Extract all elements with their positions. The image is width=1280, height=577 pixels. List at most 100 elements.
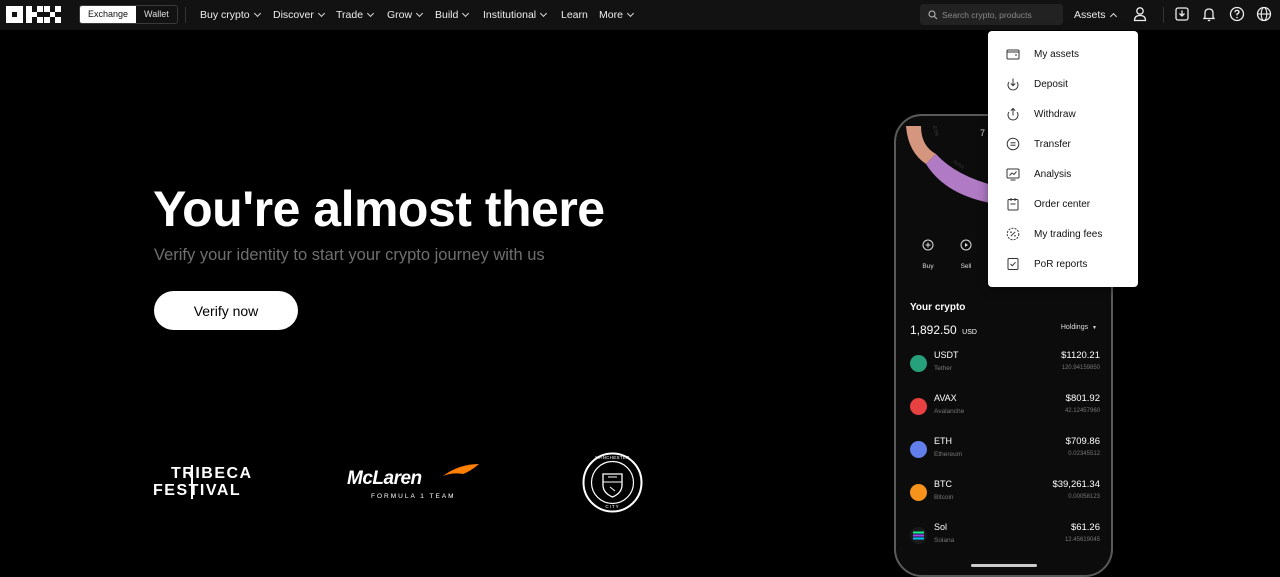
- solana-icon: [910, 527, 927, 544]
- menu-label: Order center: [1034, 198, 1091, 210]
- holdings-dropdown[interactable]: Holdings ▼: [1061, 324, 1097, 331]
- user-icon[interactable]: [1132, 6, 1148, 22]
- your-crypto-title: Your crypto: [910, 302, 966, 313]
- nav-build[interactable]: Build: [435, 0, 470, 30]
- nav-trade[interactable]: Trade: [336, 0, 375, 30]
- okx-logo[interactable]: [6, 6, 61, 24]
- hero-title: You're almost there: [153, 181, 605, 237]
- play-circle-icon: [960, 239, 972, 251]
- coin-name: Tether: [934, 365, 953, 372]
- help-icon[interactable]: [1229, 6, 1245, 22]
- coin-row-btc[interactable]: BTC Bitcoin $39,261.34 0.00058123: [910, 478, 1100, 518]
- coin-name: Avalanche: [934, 408, 965, 415]
- menu-item-withdraw[interactable]: Withdraw: [988, 99, 1138, 129]
- nav-learn[interactable]: Learn: [561, 0, 588, 30]
- phone-buy-action[interactable]: Buy: [918, 238, 938, 270]
- coin-symbol: ETH: [934, 436, 952, 446]
- menu-item-transfer[interactable]: Transfer: [988, 129, 1138, 159]
- coin-row-eth[interactable]: ETH Ethereum $709.86 0.02345512: [910, 435, 1100, 475]
- menu-item-analysis[interactable]: Analysis: [988, 159, 1138, 189]
- chevron-down-icon: [626, 9, 634, 18]
- search-input[interactable]: [942, 9, 1062, 20]
- nav-institutional[interactable]: Institutional: [483, 0, 548, 30]
- nav-label: Grow: [387, 9, 413, 21]
- nav-divider: [1163, 7, 1164, 23]
- mclaren-logo: McLaren FORMULA 1 TEAM: [345, 462, 490, 504]
- menu-label: Analysis: [1034, 168, 1072, 180]
- exchange-toggle[interactable]: Exchange: [80, 6, 137, 23]
- coin-symbol: BTC: [934, 479, 952, 489]
- tribeca-line2: FESTIVAL: [153, 482, 242, 499]
- menu-item-my-trading-fees[interactable]: My trading fees: [988, 219, 1138, 249]
- nav-label: Trade: [336, 9, 364, 21]
- menu-label: My assets: [1034, 48, 1080, 60]
- sell-label: Sell: [960, 263, 972, 270]
- menu-item-my-assets[interactable]: My assets: [988, 39, 1138, 69]
- nav-grow[interactable]: Grow: [387, 0, 424, 30]
- nav-label: Institutional: [483, 9, 537, 21]
- crest-text-bottom: CITY: [605, 504, 620, 509]
- search-icon: [928, 9, 938, 19]
- coin-row-avax[interactable]: AVAX Avalanche $801.92 42.12457960: [910, 392, 1100, 432]
- globe-icon[interactable]: [1256, 6, 1272, 22]
- plus-circle-icon: [922, 239, 934, 251]
- trading-fees-icon: [1006, 227, 1020, 241]
- mclaren-wordmark: McLaren: [347, 468, 422, 489]
- nav-label: Build: [435, 9, 459, 21]
- buy-label: Buy: [922, 263, 934, 270]
- coin-amount: 42.12457960: [1064, 408, 1100, 414]
- nav-buy-crypto[interactable]: Buy crypto: [200, 0, 261, 30]
- avalanche-icon: [910, 398, 927, 415]
- top-nav: Exchange Wallet Buy crypto Discover Trad…: [0, 0, 1280, 30]
- nav-divider: [185, 7, 186, 23]
- coin-symbol: Sol: [934, 522, 948, 532]
- coin-value: $39,261.34: [1052, 479, 1100, 490]
- order-center-icon: [1007, 198, 1019, 211]
- chevron-down-icon: [253, 9, 261, 18]
- coin-row-sol[interactable]: Sol Solana $61.26 12.45619045: [910, 521, 1100, 561]
- menu-item-por-reports[interactable]: PoR reports: [988, 249, 1138, 279]
- coin-amount: 12.45619045: [1064, 537, 1100, 543]
- assets-dropdown-menu: My assets Deposit Withdraw Transfer Anal…: [988, 31, 1138, 287]
- tribeca-festival-logo: TRIBECA FESTIVAL: [153, 465, 253, 499]
- wallet-toggle[interactable]: Wallet: [136, 6, 177, 23]
- holdings-label: Holdings: [1060, 324, 1089, 331]
- ring-center-digit: 7: [980, 128, 986, 138]
- nav-more[interactable]: More: [599, 0, 634, 30]
- download-icon[interactable]: [1174, 6, 1190, 22]
- coin-row-usdt[interactable]: USDT Tether $1120.21 120.94159850: [910, 349, 1100, 389]
- withdraw-icon: [1007, 107, 1019, 121]
- chevron-down-icon: [367, 9, 375, 18]
- tribeca-line1: TRIBECA: [171, 465, 253, 482]
- nav-label: Discover: [273, 9, 314, 21]
- chevron-down-icon: [317, 9, 325, 18]
- nav-label: Assets: [1074, 9, 1106, 21]
- tribeca-bar: [191, 465, 193, 499]
- manchester-city-crest: MANCHESTER CITY: [582, 452, 643, 513]
- nav-label: Buy crypto: [200, 9, 250, 21]
- wallet-icon: [1006, 49, 1020, 60]
- coin-amount: 0.02345512: [1068, 451, 1100, 457]
- nav-discover[interactable]: Discover: [273, 0, 325, 30]
- menu-item-order-center[interactable]: Order center: [988, 189, 1138, 219]
- coin-value: $709.86: [1065, 436, 1100, 447]
- coin-symbol: AVAX: [934, 393, 957, 403]
- phone-sell-action[interactable]: Sell: [956, 238, 976, 270]
- deposit-icon: [1007, 78, 1019, 91]
- nav-label: Learn: [561, 9, 588, 21]
- menu-label: Withdraw: [1034, 108, 1076, 120]
- nav-label: More: [599, 9, 623, 21]
- por-reports-icon: [1007, 258, 1019, 270]
- verify-now-button[interactable]: Verify now: [154, 291, 298, 330]
- analysis-icon: [1006, 168, 1020, 181]
- coin-amount: 0.00058123: [1068, 494, 1100, 500]
- bell-icon[interactable]: [1201, 6, 1217, 22]
- search-box[interactable]: [920, 4, 1063, 25]
- menu-label: Transfer: [1034, 138, 1071, 150]
- caret-down-icon: ▼: [1092, 325, 1097, 331]
- coin-symbol: USDT: [934, 350, 959, 360]
- nav-assets[interactable]: Assets: [1074, 0, 1117, 30]
- chevron-down-icon: [540, 9, 548, 18]
- chevron-up-icon: [1109, 12, 1117, 21]
- menu-item-deposit[interactable]: Deposit: [988, 69, 1138, 99]
